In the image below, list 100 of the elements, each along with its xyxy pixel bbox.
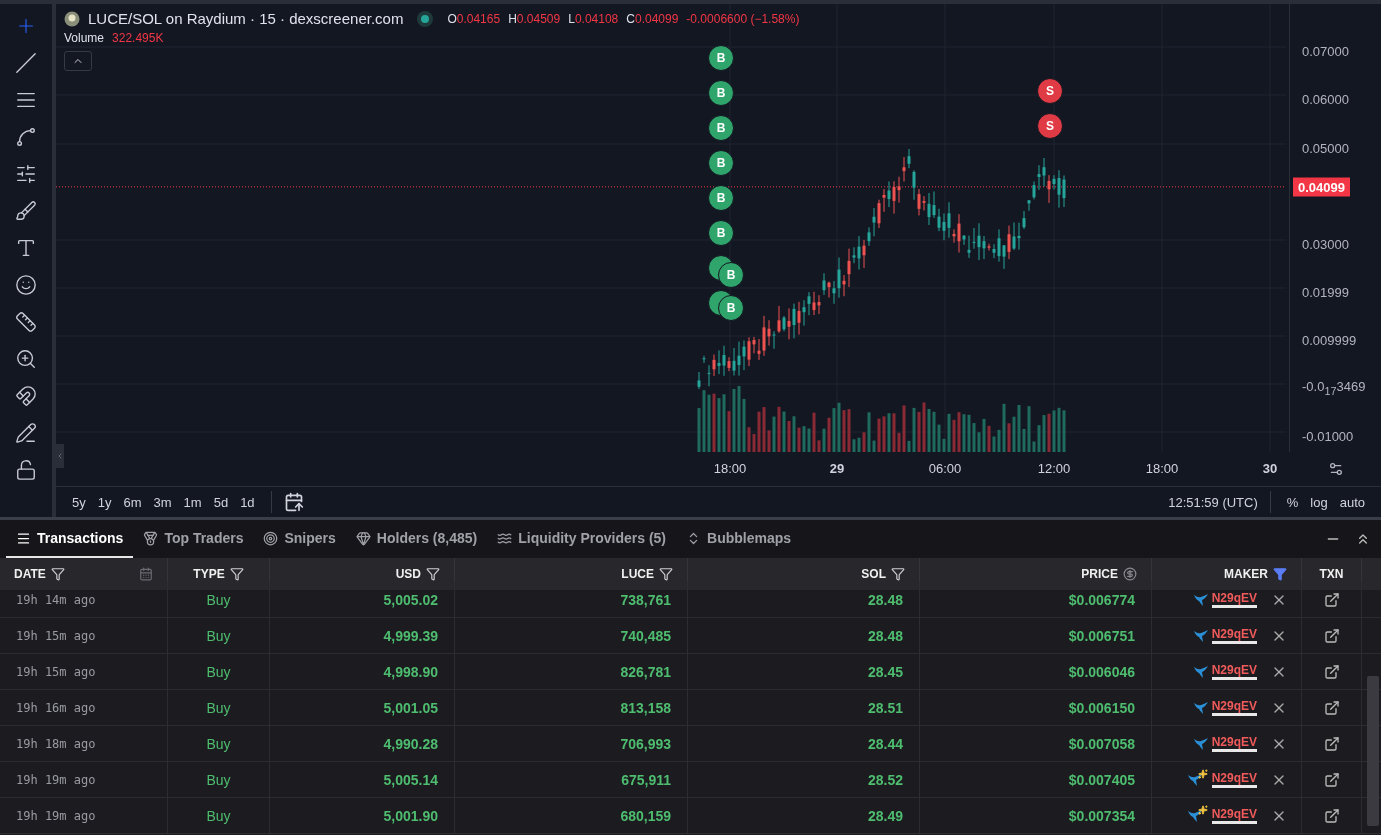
filter-icon[interactable] [426, 567, 440, 581]
usd-cell: 4,990.28 [270, 726, 455, 761]
external-link-icon[interactable] [1323, 591, 1340, 608]
y-axis-label: 0.009999 [1302, 332, 1357, 348]
calendar-icon[interactable] [283, 492, 304, 512]
maker-link[interactable]: N29qEV [1211, 735, 1257, 752]
filter-icon[interactable] [229, 567, 244, 581]
buy-marker: B [718, 295, 744, 321]
date-cell: 19h 14m ago [0, 582, 168, 617]
maker-link[interactable]: N29qEV [1211, 771, 1257, 788]
collapse-legend-button[interactable] [64, 51, 92, 71]
range-button[interactable]: 5y [68, 491, 90, 513]
token-amount-cell: 813,158 [455, 690, 688, 725]
external-link-icon[interactable] [1323, 807, 1340, 824]
sol-cell: 28.49 [688, 798, 920, 833]
buy-marker: B [718, 262, 744, 288]
filter-icon[interactable] [891, 567, 905, 581]
usd-cell: 5,005.14 [270, 762, 455, 797]
type-cell: Buy [168, 690, 270, 725]
y-axis-label: -0.01000 [1302, 428, 1354, 444]
price-cell: $0.007354 [920, 798, 1152, 833]
list-icon [16, 530, 31, 546]
range-button[interactable]: 5d [209, 491, 233, 513]
range-button[interactable]: 6m [119, 491, 146, 513]
column-header[interactable]: TYPE [168, 558, 270, 590]
y-axis-label: 0.05000 [1302, 140, 1349, 156]
date-cell: 19h 15m ago [0, 618, 168, 653]
panel-tab[interactable]: Holders (8,485) [345, 520, 488, 558]
column-header[interactable]: PRICE [920, 558, 1152, 590]
token-amount-cell: 675,911 [455, 762, 688, 797]
ohlc-value: 0.04099 [634, 11, 679, 26]
dollar-icon[interactable] [1123, 567, 1137, 581]
panel-tab[interactable]: Snipers [253, 520, 346, 558]
panel-tab[interactable]: Bubblemaps [676, 520, 802, 558]
whale-tail-icon [1193, 737, 1208, 750]
scale-option[interactable]: log [1306, 491, 1332, 513]
sol-cell: 28.52 [688, 762, 920, 797]
ohlc-key: O [447, 11, 457, 26]
column-header[interactable]: LUCE [455, 558, 688, 590]
panel-tab[interactable]: Liquidity Providers (5) [487, 520, 676, 558]
panel-tab[interactable]: Top Traders [133, 520, 254, 558]
buy-marker: B [708, 185, 734, 211]
column-header[interactable]: USD [270, 558, 455, 590]
external-link-icon[interactable] [1323, 699, 1340, 716]
gem-icon [355, 530, 371, 546]
token-amount-cell: 738,761 [455, 582, 688, 617]
scrollbar-thumb[interactable] [1367, 676, 1379, 826]
filter-icon[interactable] [659, 567, 673, 581]
settings-icon[interactable] [1327, 461, 1344, 477]
date-cell: 19h 15m ago [0, 654, 168, 689]
column-label: MAKER [1224, 567, 1268, 581]
column-header[interactable]: TXN [1302, 558, 1362, 590]
price-cell: $0.006046 [920, 654, 1152, 689]
token-amount-cell: 826,781 [455, 654, 688, 689]
range-button[interactable]: 1y [93, 491, 116, 513]
range-button[interactable]: 3m [149, 491, 176, 513]
usd-cell: 4,998.90 [270, 654, 455, 689]
scale-option[interactable]: % [1282, 491, 1303, 513]
maker-link[interactable]: N29qEV [1211, 699, 1257, 716]
ohlc-key: H [508, 11, 517, 26]
sol-cell: 28.45 [688, 654, 920, 689]
price-change: -0.0006600 (−1.58%) [686, 11, 800, 26]
whale-tail-icon [1193, 593, 1208, 606]
type-cell: Buy [168, 726, 270, 761]
y-axis-label: 0.03000 [1302, 236, 1349, 252]
ohlc-key: C [626, 11, 635, 26]
type-cell: Buy [168, 582, 270, 617]
whale-tail-icon [1193, 629, 1208, 642]
column-header[interactable]: SOL [688, 558, 920, 590]
usd-cell: 5,001.90 [270, 798, 455, 833]
x-axis-label: 18:00 [713, 461, 747, 476]
whale-tail-icon [1193, 701, 1208, 714]
date-cell: 19h 19m ago [0, 762, 168, 797]
ohlc-value: 0.04509 [516, 11, 561, 26]
maker-link[interactable]: N29qEV [1211, 627, 1257, 644]
target-icon [263, 530, 279, 546]
x-axis-label: 18:00 [1145, 461, 1179, 476]
type-cell: Buy [168, 654, 270, 689]
column-header[interactable]: DATE [0, 558, 168, 590]
price-cell: $0.007058 [920, 726, 1152, 761]
price-cell: $0.007405 [920, 762, 1152, 797]
filter-icon[interactable] [1273, 567, 1287, 581]
sol-cell: 28.44 [688, 726, 920, 761]
maker-link[interactable]: N29qEV [1211, 807, 1257, 824]
filter-icon[interactable] [50, 567, 65, 581]
external-link-icon[interactable] [1323, 627, 1340, 644]
range-button[interactable]: 1d [236, 491, 259, 513]
live-status-dot [421, 14, 430, 23]
chart-title: LUCE/SOL on Raydium · 15 · dexscreener.com [88, 10, 404, 27]
volume-value: 322.495K [112, 31, 164, 45]
range-button[interactable]: 1m [179, 491, 206, 513]
maker-link[interactable]: N29qEV [1211, 663, 1257, 680]
maker-link[interactable]: N29qEV [1211, 591, 1257, 608]
column-header[interactable]: MAKER [1152, 558, 1302, 590]
external-link-icon[interactable] [1323, 771, 1340, 788]
ohlc-value: 0.04108 [574, 11, 619, 26]
external-link-icon[interactable] [1323, 663, 1340, 680]
external-link-icon[interactable] [1323, 735, 1340, 752]
sol-cell: 28.51 [688, 690, 920, 725]
scale-option[interactable]: auto [1335, 491, 1369, 513]
